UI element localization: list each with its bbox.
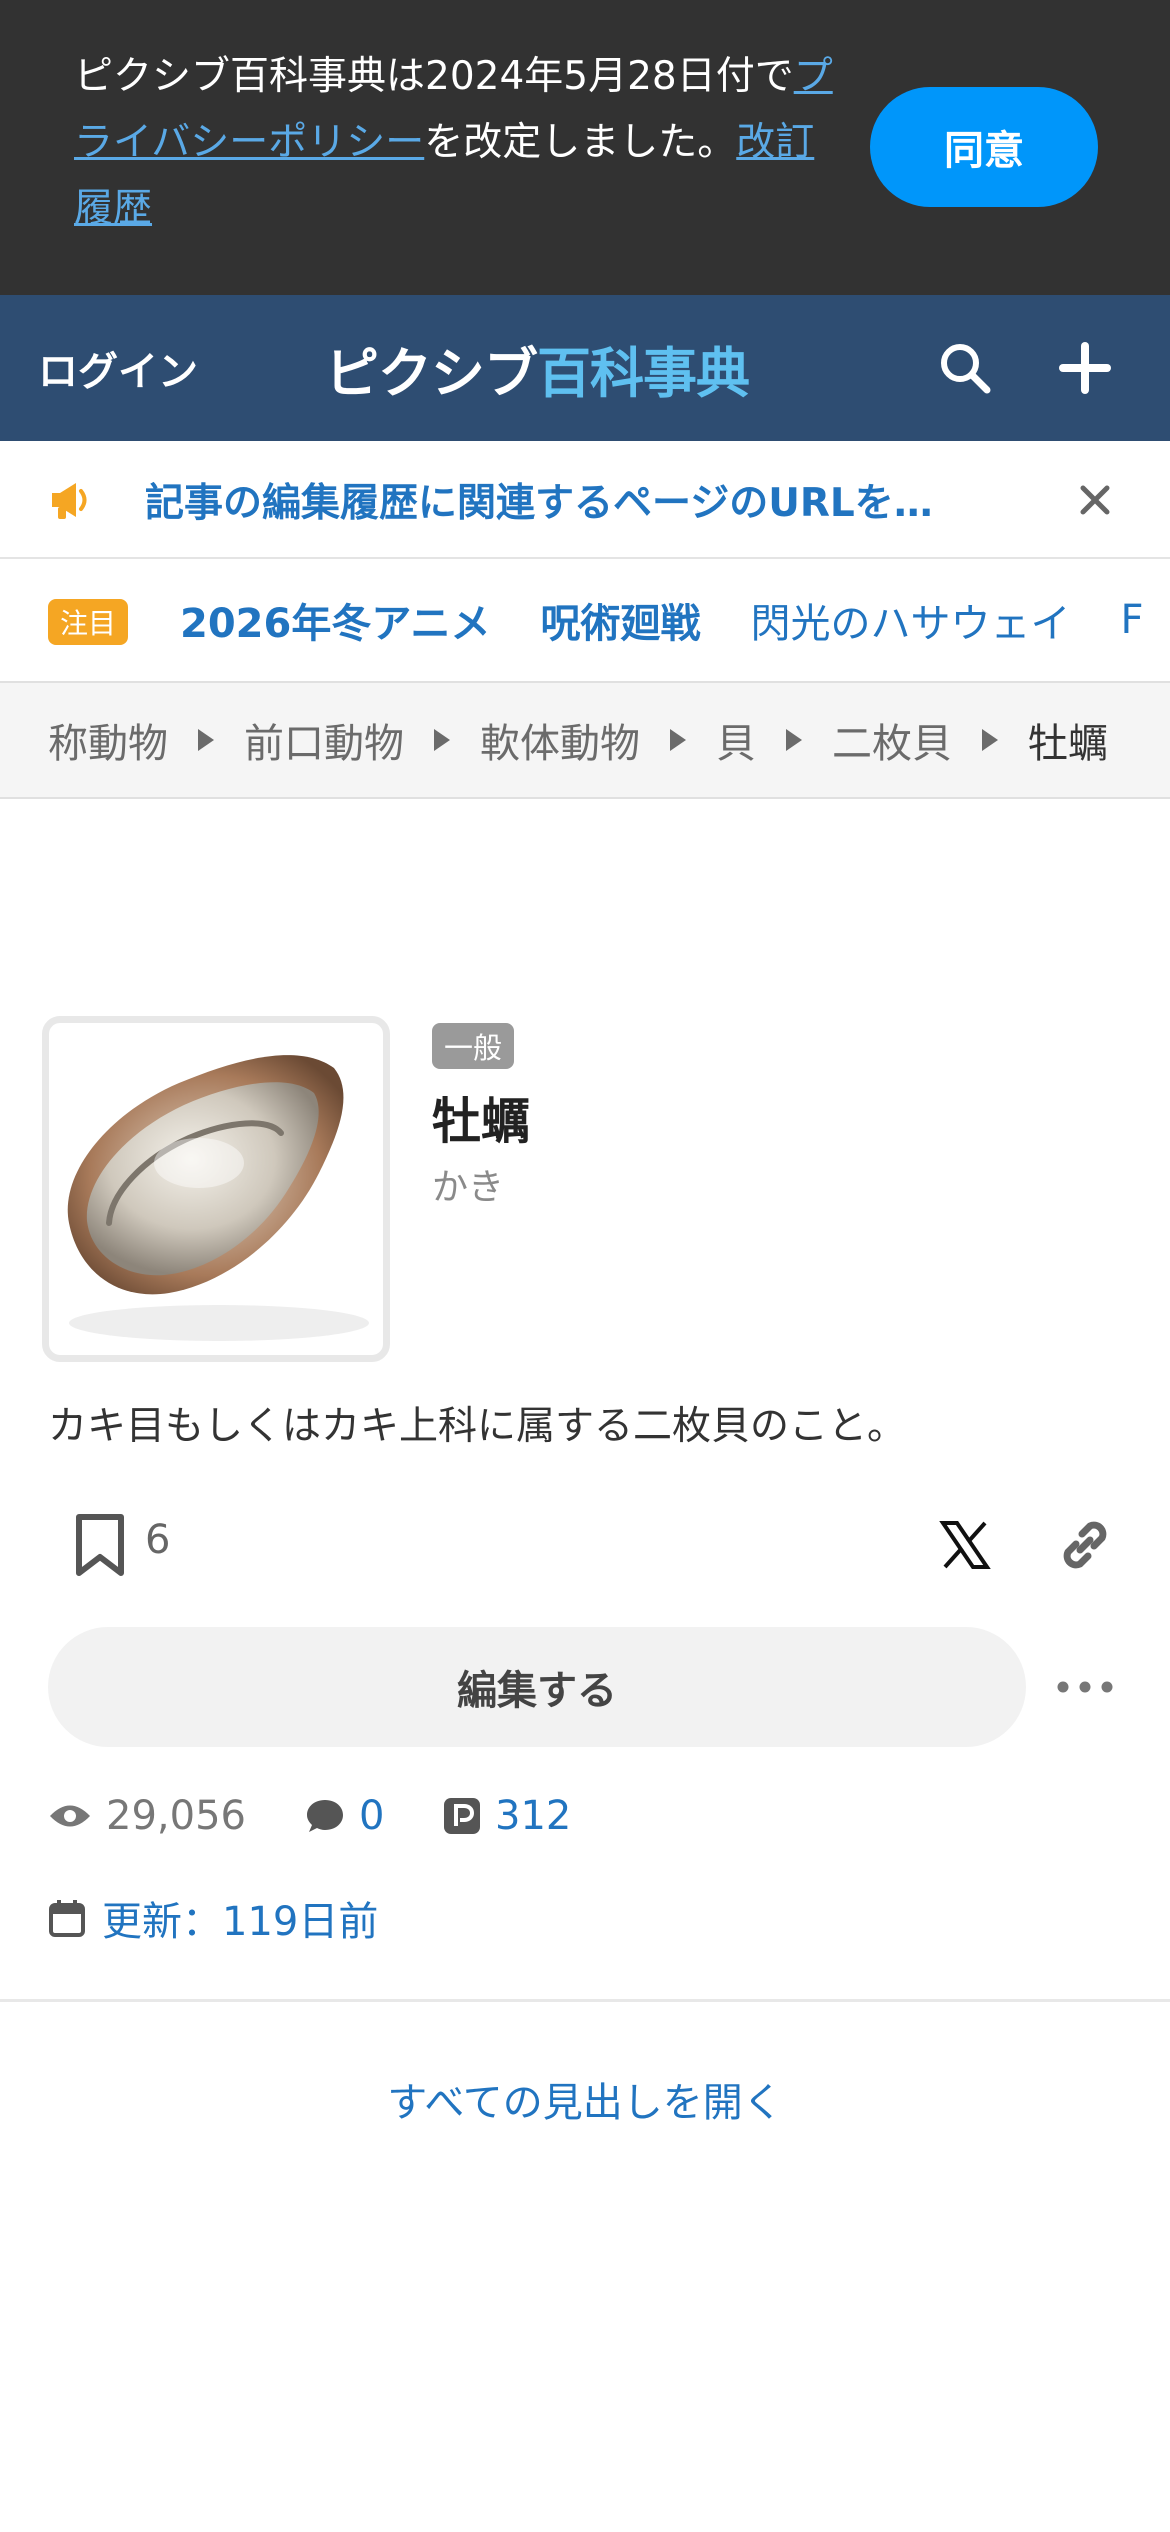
- x-share-icon[interactable]: [930, 1510, 1000, 1580]
- trending-item[interactable]: 呪術廻戦: [541, 591, 701, 649]
- open-all-headings-link[interactable]: すべての見出しを開く: [0, 2070, 1170, 2128]
- megaphone-icon: [46, 475, 96, 525]
- pixiv-icon: [444, 1798, 480, 1834]
- comment-icon: [307, 1800, 343, 1832]
- logo-part-1: ピクシブ: [325, 341, 538, 405]
- article-summary: カキ目もしくはカキ上科に属する二枚貝のこと。: [48, 1404, 907, 1449]
- section-divider: [0, 1999, 1170, 2002]
- breadcrumb-item[interactable]: 前口動物: [244, 711, 404, 769]
- view-count: 29,056: [48, 1786, 246, 1846]
- breadcrumb-separator-icon: [198, 729, 214, 751]
- eye-icon: [50, 1805, 90, 1827]
- oyster-image: [67, 1055, 369, 1341]
- breadcrumb-separator-icon: [786, 729, 802, 751]
- consent-text-2: を改定しました。: [424, 120, 737, 165]
- comment-count[interactable]: 0: [305, 1786, 384, 1846]
- consent-text-1: ピクシブ百科事典は2024年5月28日付で: [74, 54, 794, 99]
- breadcrumb-item[interactable]: 二枚貝: [832, 711, 952, 769]
- article-reading: かき: [432, 1167, 505, 1208]
- announcement-text[interactable]: 記事の編集履歴に関連するページのURLを…: [145, 441, 1005, 559]
- breadcrumb-separator-icon: [434, 729, 450, 751]
- trending-item[interactable]: 閃光のハサウェイ: [751, 591, 1071, 649]
- consent-message: ピクシブ百科事典は2024年5月28日付でプライバシーポリシーを改定しました。改…: [74, 44, 834, 242]
- pixiv-count[interactable]: 312: [443, 1786, 571, 1846]
- plus-icon[interactable]: [1050, 333, 1120, 403]
- logo-part-2: 百科事典: [537, 341, 750, 405]
- breadcrumb-item[interactable]: 軟体動物: [480, 711, 640, 769]
- trending-item[interactable]: 2026年冬アニメ: [180, 591, 491, 649]
- search-icon[interactable]: [930, 333, 1000, 403]
- bookmark-count: 6: [145, 1517, 171, 1563]
- breadcrumb: 称動物 前口動物 軟体動物 貝 二枚貝 牡蠣: [0, 681, 1170, 799]
- article-title: 牡蠣: [432, 1093, 531, 1150]
- breadcrumb-current: 牡蠣: [1028, 721, 1108, 767]
- updated-text: 更新：119日前: [102, 1899, 379, 1945]
- trending-bar: 注目 2026年冬アニメ 呪術廻戦 閃光のハサウェイ F: [0, 559, 1170, 681]
- view-count-value: 29,056: [106, 1793, 246, 1839]
- breadcrumb-separator-icon: [982, 729, 998, 751]
- site-header: ログイン ピクシブ 百科事典: [0, 295, 1170, 441]
- breadcrumb-item[interactable]: 称動物: [48, 711, 168, 769]
- login-link[interactable]: ログイン: [38, 295, 198, 441]
- comment-count-value: 0: [359, 1793, 385, 1839]
- updated-info[interactable]: 更新：119日前: [48, 1888, 378, 1948]
- article-tag[interactable]: 一般: [432, 1023, 515, 1069]
- announcement-bar[interactable]: 記事の編集履歴に関連するページのURLを…: [0, 441, 1170, 559]
- more-options-icon[interactable]: [1050, 1652, 1120, 1722]
- breadcrumb-separator-icon: [670, 729, 686, 751]
- edit-button[interactable]: 編集する: [48, 1627, 1026, 1747]
- trending-item[interactable]: F: [1121, 597, 1144, 643]
- pixiv-count-value: 312: [495, 1793, 572, 1839]
- link-icon[interactable]: [1050, 1510, 1120, 1580]
- close-icon[interactable]: [1070, 475, 1120, 525]
- agree-button[interactable]: 同意: [870, 87, 1098, 207]
- trending-list: 2026年冬アニメ 呪術廻戦 閃光のハサウェイ F: [180, 559, 1170, 681]
- bookmark-icon[interactable]: [60, 1505, 140, 1585]
- consent-banner: ピクシブ百科事典は2024年5月28日付でプライバシーポリシーを改定しました。改…: [0, 0, 1170, 295]
- trending-badge: 注目: [48, 599, 129, 645]
- site-logo[interactable]: ピクシブ 百科事典: [325, 295, 750, 441]
- calendar-icon: [49, 1900, 85, 1937]
- article-thumbnail[interactable]: [42, 1016, 390, 1362]
- breadcrumb-item[interactable]: 貝: [716, 711, 756, 769]
